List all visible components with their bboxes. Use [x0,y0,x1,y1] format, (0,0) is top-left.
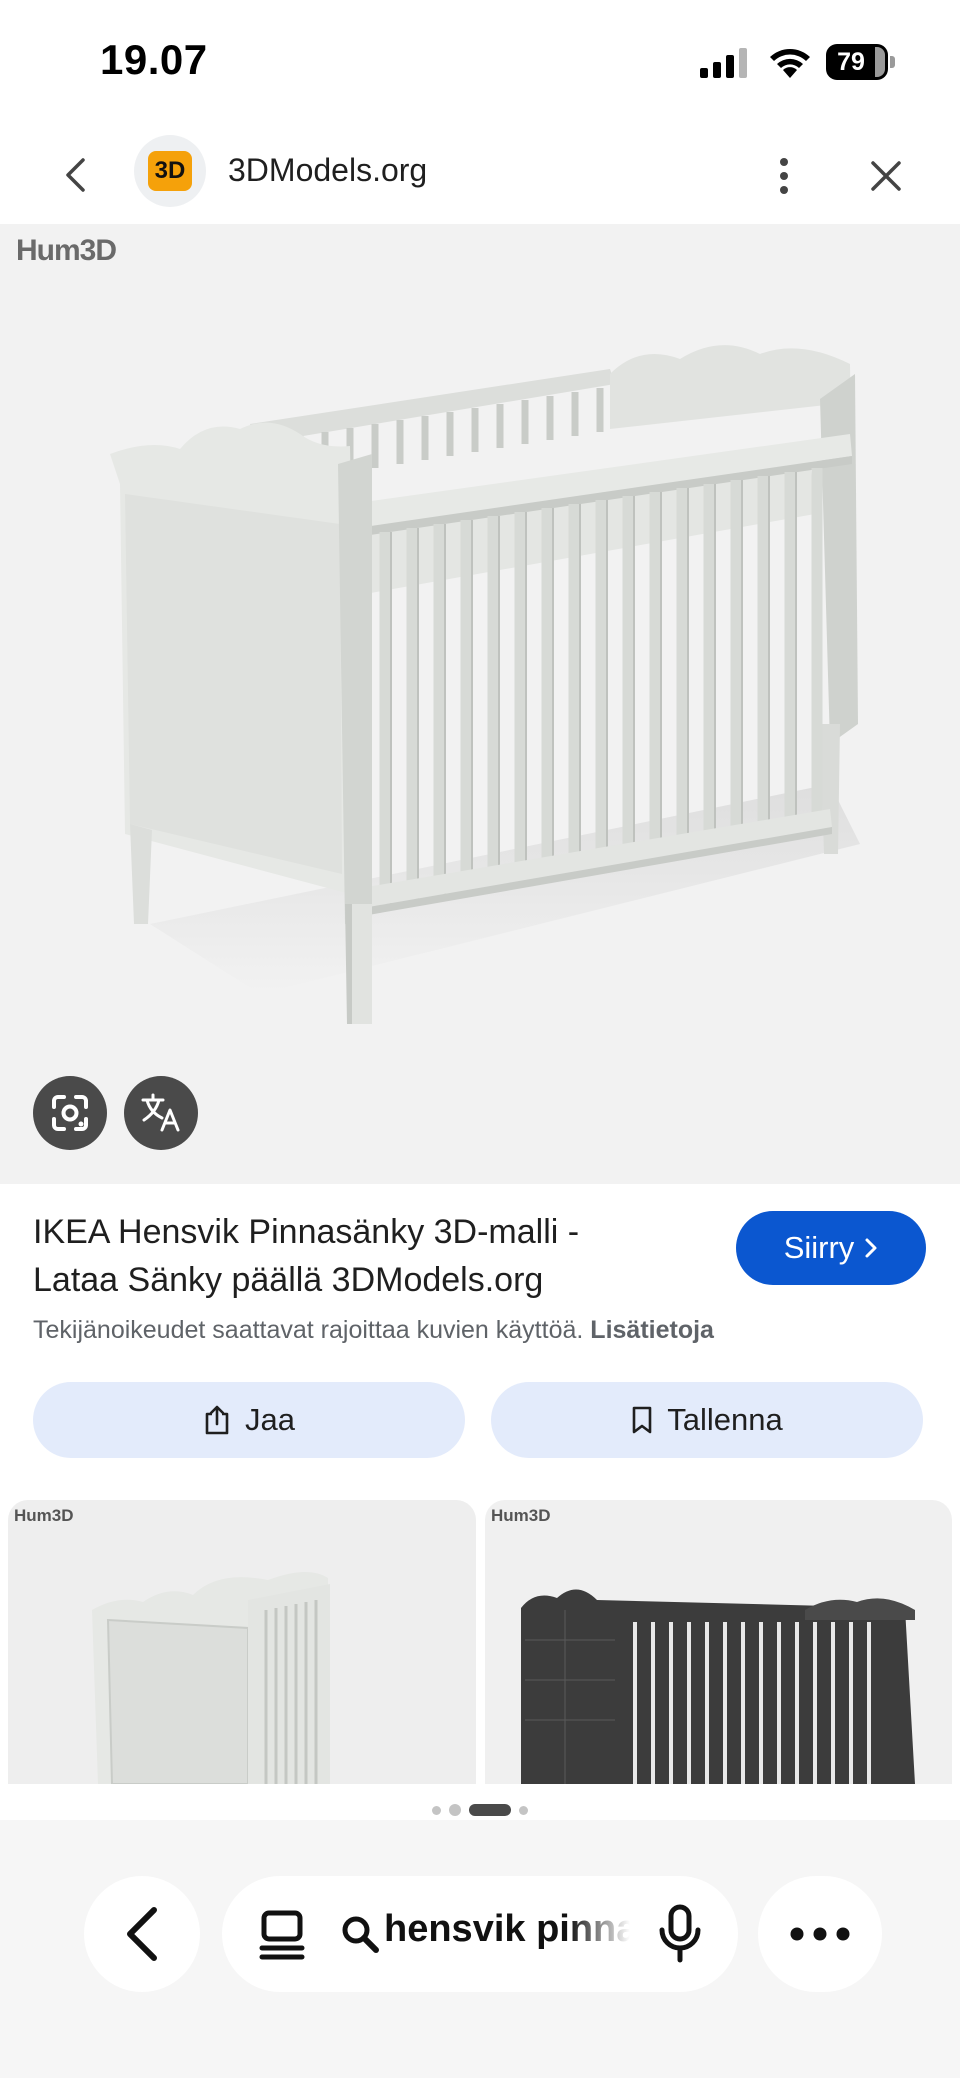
more-options-button[interactable] [758,1876,882,1992]
translate-icon [141,1093,180,1132]
page-dot [432,1805,441,1815]
bookmark-icon [632,1406,652,1434]
preview-image[interactable]: Hum3D [0,224,960,1184]
page-indicator [0,1800,960,1820]
toolbar-back-button[interactable] [84,1876,200,1992]
copyright-notice: Tekijänoikeudet saattavat rajoittaa kuvi… [33,1316,714,1345]
save-button[interactable]: Tallenna [491,1382,923,1458]
share-icon [205,1405,229,1435]
status-bar: 19.07 79 [0,0,960,130]
google-lens-button[interactable] [33,1076,107,1150]
site-name[interactable]: 3DModels.org [228,152,427,189]
more-vert-icon [780,158,788,194]
share-button[interactable]: Jaa [33,1382,465,1458]
copyright-text: Tekijänoikeudet saattavat rajoittaa kuvi… [33,1316,584,1344]
translate-button[interactable] [124,1076,198,1150]
share-label: Jaa [245,1402,295,1437]
search-query[interactable]: hensvik pinnasänky [384,1908,630,1958]
battery-level: 79 [837,48,865,76]
status-time: 19.07 [100,36,208,83]
mic-icon[interactable] [658,1904,702,1964]
related-crib-illustration [92,1571,330,1784]
signal-icon [700,48,747,78]
tabs-icon [259,1910,305,1960]
more-horiz-icon [790,1927,850,1941]
result-title[interactable]: IKEA Hensvik Pinnasänky 3D-malli - Lataa… [33,1208,673,1304]
close-button[interactable] [860,148,912,204]
battery-icon: 79 [826,44,896,80]
top-navigation: 3D 3DModels.org [0,130,960,224]
back-icon [127,1907,157,1961]
learn-more-link[interactable]: Lisätietoja [590,1316,714,1344]
related-image[interactable]: Hum3D [485,1500,952,1784]
site-favicon[interactable]: 3D [134,135,206,207]
visit-label: Siirry [783,1230,855,1265]
bottom-toolbar: hensvik pinnasänky [0,1820,960,2078]
related-watermark: Hum3D [491,1506,551,1525]
related-image[interactable]: Hum3D [8,1500,476,1784]
lens-icon [52,1095,88,1131]
page-dot [449,1804,461,1816]
search-bar[interactable]: hensvik pinnasänky [222,1876,738,1992]
crib-illustration [110,345,860,1024]
back-icon [66,158,85,192]
visit-button[interactable]: Siirry [736,1211,926,1285]
save-label: Tallenna [667,1402,783,1437]
related-crib-wireframe [521,1589,915,1784]
related-watermark: Hum3D [14,1506,74,1525]
page-dot-active [469,1804,511,1816]
chevron-right-icon [865,1238,877,1258]
site-logo-text: 3D [148,151,192,191]
more-options-button[interactable] [764,148,804,204]
page-dot [519,1805,528,1815]
search-icon [342,1916,379,1953]
back-button[interactable] [50,150,100,200]
close-icon [871,161,901,191]
wifi-icon [770,49,810,78]
